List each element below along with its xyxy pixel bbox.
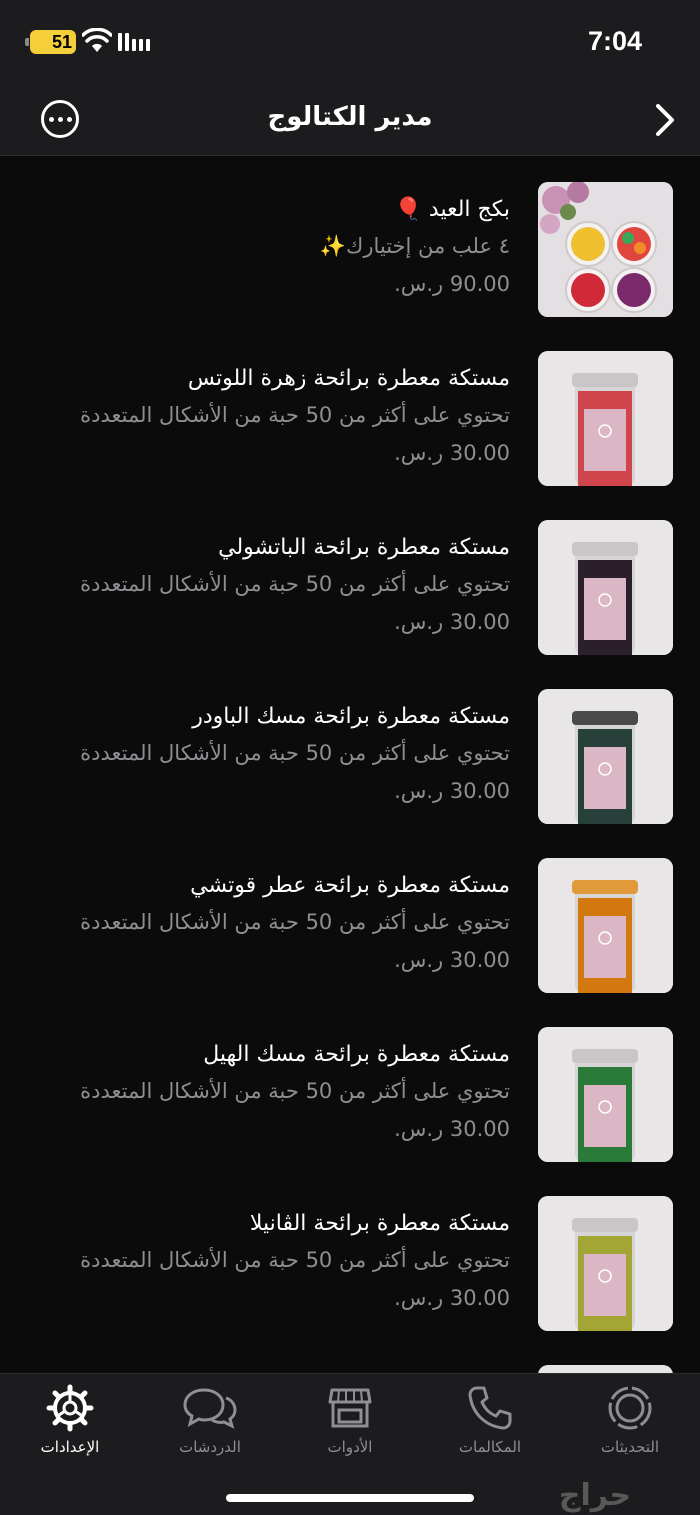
page-title: مدير الكتالوج [267, 102, 433, 132]
settings-gear-icon [46, 1384, 94, 1432]
tab-chats[interactable]: الدردشات [150, 1384, 270, 1464]
wifi-icon [82, 28, 112, 52]
item-texts: مستكة معطرة برائحة عطر قوتشي تحتوي على أ… [20, 869, 510, 979]
item-texts: مستكة معطرة برائحة مسك الباودر تحتوي على… [20, 700, 510, 810]
tools-store-icon [328, 1388, 372, 1428]
tab-label: الدردشات [179, 1438, 241, 1456]
tab-label: الأدوات [327, 1438, 373, 1456]
tab-updates[interactable]: التحديثات [570, 1384, 690, 1464]
item-price: 30.00 ر.س. [394, 1117, 510, 1141]
item-title: مستكة معطرة برائحة مسك الباودر [192, 704, 510, 729]
home-indicator [226, 1494, 474, 1502]
item-description: تحتوي على أكثر من 50 حبة من الأشكال المت… [80, 741, 510, 765]
jar-photo [538, 1365, 673, 1373]
item-title: مستكة معطرة برائحة مسك الهيل [203, 1042, 510, 1067]
item-price: 30.00 ر.س. [394, 779, 510, 803]
catalog-item-partial[interactable] [0, 1340, 700, 1373]
tab-label: الإعدادات [40, 1438, 100, 1456]
jar-photo [538, 858, 673, 993]
item-price: 30.00 ر.س. [394, 948, 510, 972]
item-title: مستكة معطرة برائحة الباتشولي [218, 535, 510, 560]
nav-bar: مدير الكتالوج [0, 84, 700, 156]
updates-status-icon [608, 1386, 652, 1430]
status-bar: 51 7:04 [0, 0, 700, 84]
tab-label: التحديثات [600, 1438, 660, 1456]
battery-icon: 51 [25, 30, 76, 54]
item-price: 30.00 ر.س. [394, 1286, 510, 1310]
tab-tools[interactable]: الأدوات [290, 1384, 410, 1464]
item-texts: مستكة معطرة برائحة الباتشولي تحتوي على أ… [20, 531, 510, 641]
item-texts: مستكة معطرة برائحة زهرة اللوتس تحتوي على… [20, 362, 510, 472]
item-title: مستكة معطرة برائحة زهرة اللوتس [187, 366, 510, 391]
status-time: 7:04 [587, 26, 642, 56]
tab-label: المكالمات [458, 1438, 522, 1456]
jar-photo [538, 520, 673, 655]
item-texts: بكج العيد 🎈 ٤ علب من إختيارك✨ 90.00 ر.س. [20, 193, 510, 303]
jar-photo [538, 1196, 673, 1331]
battery-level: 51 [51, 32, 72, 52]
catalog-item[interactable]: مستكة معطرة برائحة مسك الهيل تحتوي على أ… [0, 1002, 700, 1171]
item-description: تحتوي على أكثر من 50 حبة من الأشكال المت… [80, 572, 510, 596]
catalog-item[interactable]: مستكة معطرة برائحة الباتشولي تحتوي على أ… [0, 495, 700, 664]
gift-box-photo [538, 182, 673, 317]
item-description: تحتوي على أكثر من 50 حبة من الأشكال المت… [80, 910, 510, 934]
item-description: تحتوي على أكثر من 50 حبة من الأشكال المت… [80, 403, 510, 427]
item-title: مستكة معطرة برائحة عطر قوتشي [190, 873, 510, 898]
catalog-item[interactable]: مستكة معطرة برائحة زهرة اللوتس تحتوي على… [0, 326, 700, 495]
item-price: 30.00 ر.س. [394, 610, 510, 634]
tab-calls[interactable]: المكالمات [430, 1384, 550, 1464]
chats-bubbles-icon [183, 1388, 237, 1429]
item-description: تحتوي على أكثر من 50 حبة من الأشكال المت… [80, 1248, 510, 1272]
jar-photo [538, 689, 673, 824]
signal-icon [118, 33, 150, 51]
catalog-item[interactable]: مستكة معطرة برائحة عطر قوتشي تحتوي على أ… [0, 833, 700, 1002]
item-price: 90.00 ر.س. [394, 272, 510, 296]
item-texts: مستكة معطرة برائحة مسك الهيل تحتوي على أ… [20, 1038, 510, 1148]
item-price: 30.00 ر.س. [394, 441, 510, 465]
item-title: مستكة معطرة برائحة الڤانيلا [249, 1211, 510, 1236]
item-description: تحتوي على أكثر من 50 حبة من الأشكال المت… [80, 1079, 510, 1103]
jar-photo [538, 1027, 673, 1162]
back-chevron-icon[interactable] [650, 102, 680, 138]
catalog-item[interactable]: مستكة معطرة برائحة مسك الباودر تحتوي على… [0, 664, 700, 833]
item-title: بكج العيد 🎈 [394, 197, 510, 222]
phone-icon [468, 1386, 512, 1430]
watermark-logo: حراج [558, 1478, 632, 1513]
tab-settings[interactable]: الإعدادات [10, 1384, 130, 1464]
catalog-item[interactable]: بكج العيد 🎈 ٤ علب من إختيارك✨ 90.00 ر.س. [0, 157, 700, 326]
item-description: ٤ علب من إختيارك✨ [319, 234, 510, 258]
catalog-list: بكج العيد 🎈 ٤ علب من إختيارك✨ 90.00 ر.س.… [0, 157, 700, 1373]
jar-photo [538, 351, 673, 486]
item-texts: مستكة معطرة برائحة الڤانيلا تحتوي على أك… [20, 1207, 510, 1317]
tab-bar: الإعدادات الدردشات الأدوات المكالمات الت… [0, 1373, 700, 1515]
catalog-item[interactable]: مستكة معطرة برائحة الڤانيلا تحتوي على أك… [0, 1171, 700, 1340]
